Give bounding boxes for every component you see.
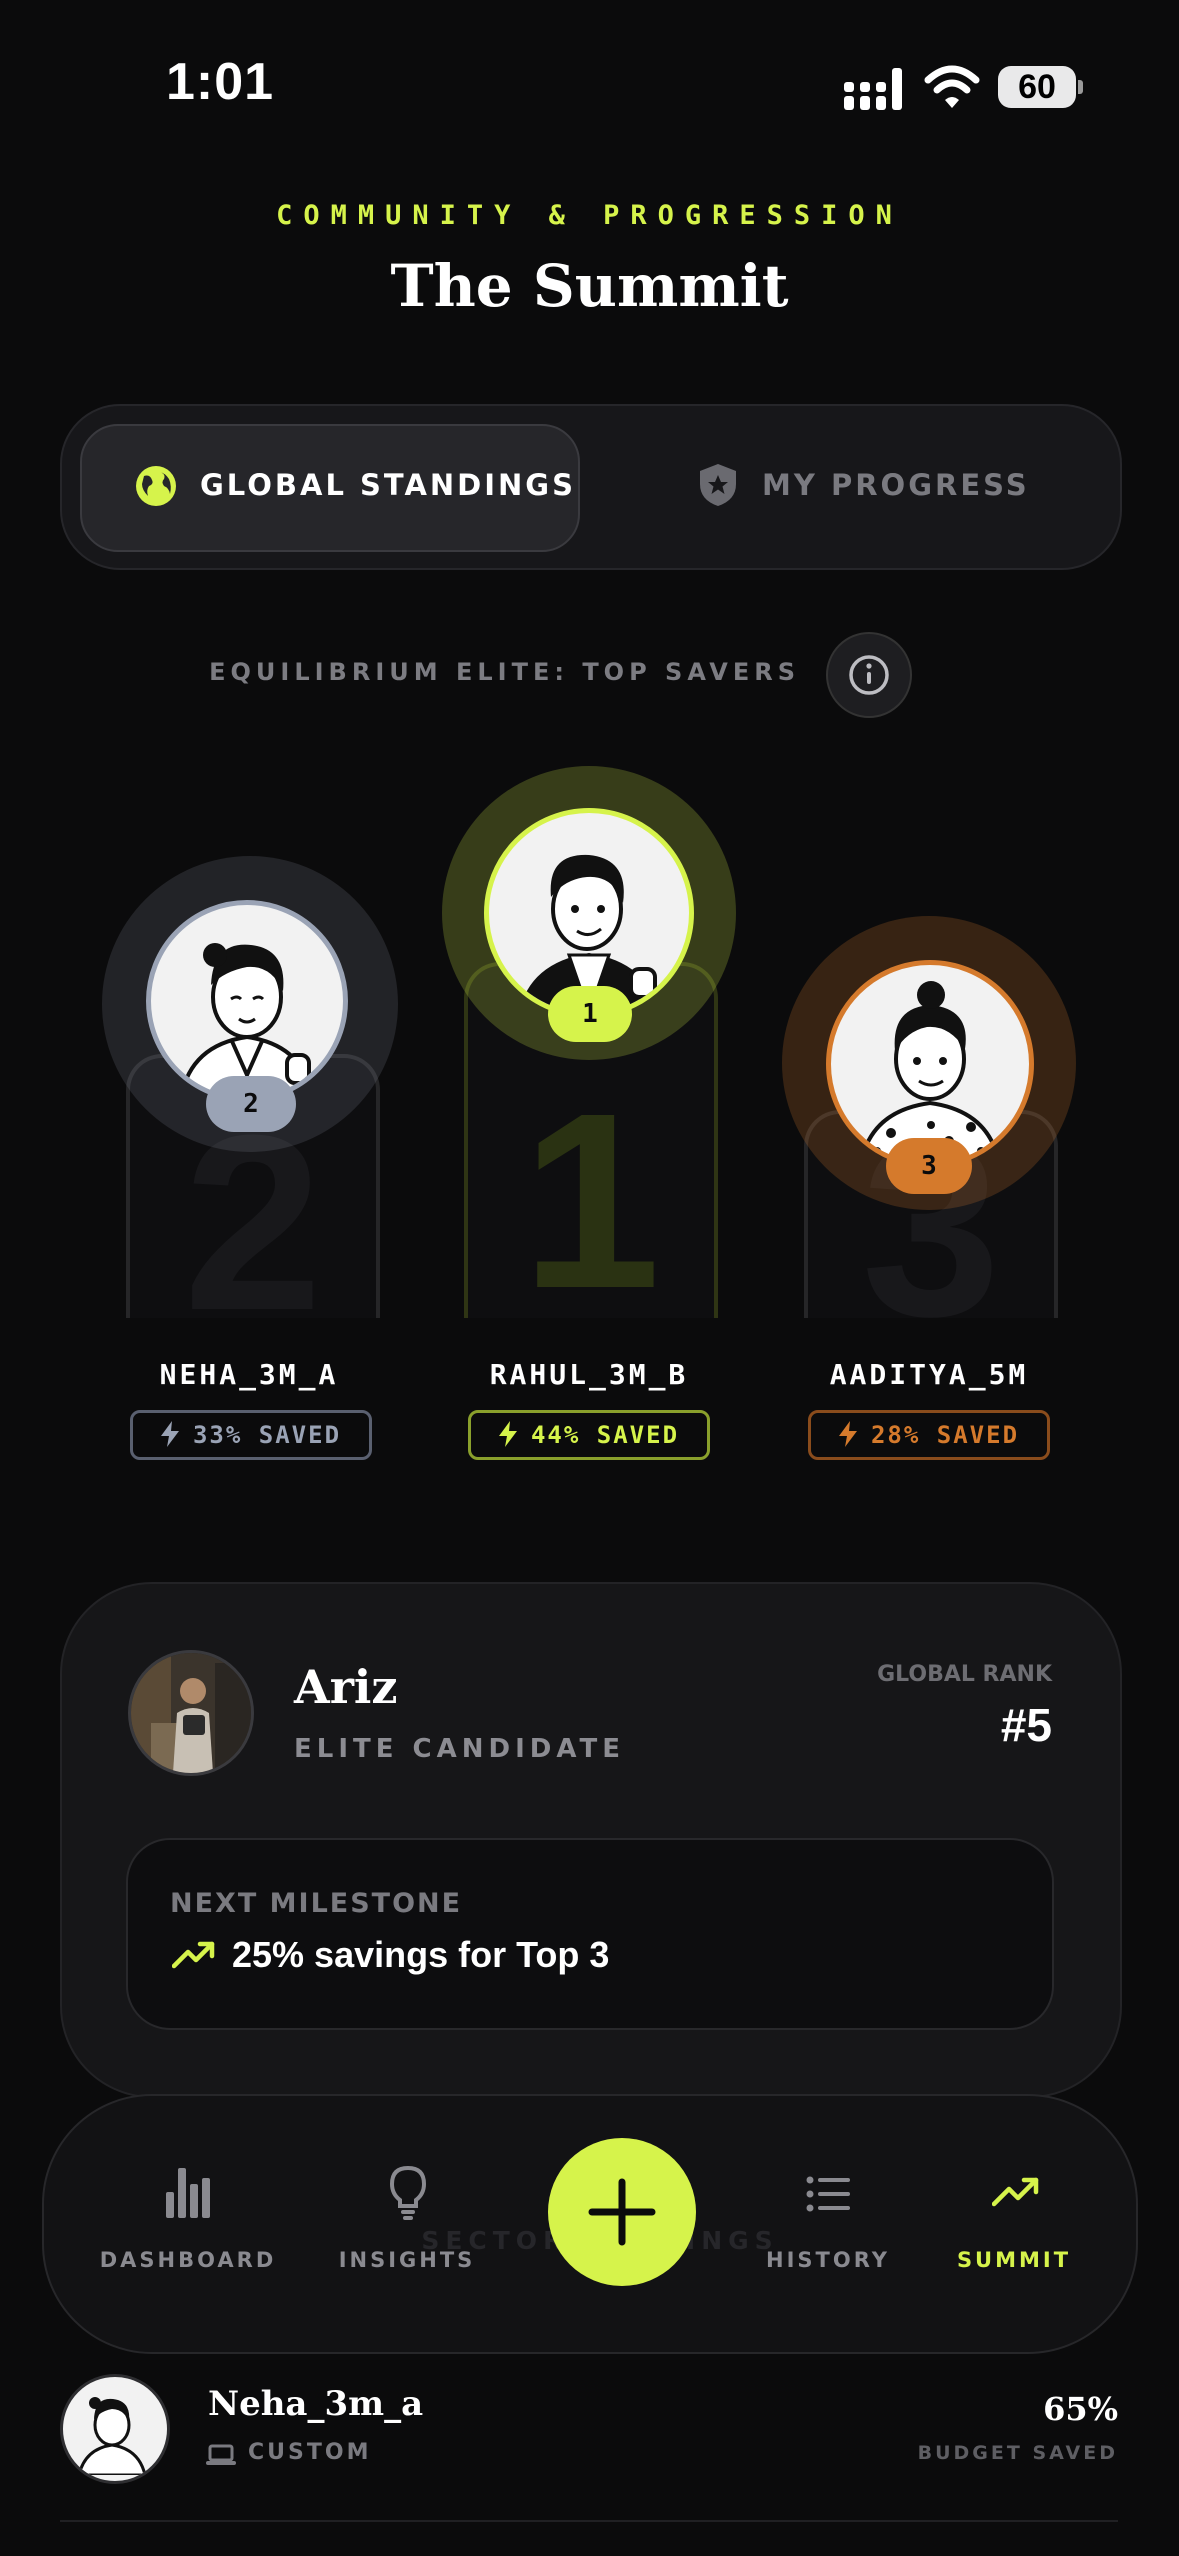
info-button[interactable] bbox=[826, 632, 912, 718]
saved-badge-3: 28% SAVED bbox=[808, 1410, 1050, 1460]
global-rank-value: #5 bbox=[1000, 1699, 1052, 1751]
avatar-rank-2[interactable] bbox=[146, 900, 348, 1102]
avatar-illustration bbox=[77, 2397, 147, 2477]
page-eyebrow: COMMUNITY & PROGRESSION bbox=[276, 200, 903, 231]
page-title: The Summit bbox=[390, 252, 789, 320]
list-divider bbox=[60, 2520, 1118, 2522]
saved-badge-1-text: 44% SAVED bbox=[530, 1421, 680, 1449]
battery-nub bbox=[1078, 80, 1083, 94]
pillar-number-1: 1 bbox=[521, 1061, 661, 1319]
status-time: 1:01 bbox=[166, 53, 275, 111]
info-icon bbox=[849, 655, 889, 695]
bar-chart-icon bbox=[166, 2168, 210, 2218]
tab-my-progress[interactable]: MY PROGRESS bbox=[762, 468, 1030, 502]
saved-badge-2-text: 33% SAVED bbox=[192, 1421, 342, 1449]
laptop-icon bbox=[206, 2444, 236, 2465]
bolt-icon bbox=[160, 1421, 179, 1447]
trending-up-icon bbox=[172, 1941, 215, 1969]
rank-badge-1: 1 bbox=[548, 986, 632, 1042]
list-item-subtitle: CUSTOM bbox=[248, 2440, 372, 2465]
globe-icon bbox=[136, 466, 176, 506]
podium-name-2[interactable]: NEHA_3M_A bbox=[100, 1358, 398, 1391]
rank-badge-2: 2 bbox=[206, 1076, 296, 1132]
list-item-name[interactable]: Neha_3m_a bbox=[208, 2384, 423, 2424]
list-item-percent-label: BUDGET SAVED bbox=[917, 2442, 1118, 2464]
leaderboard-subtitle: EQUILIBRIUM ELITE: TOP SAVERS bbox=[209, 658, 800, 686]
avatar-illustration bbox=[519, 854, 659, 1013]
avatar-photo-image bbox=[131, 1653, 251, 1773]
nav-insights-label: INSIGHTS bbox=[338, 2248, 476, 2272]
nav-summit-label: SUMMIT bbox=[956, 2248, 1072, 2272]
nav-history-label: HISTORY bbox=[766, 2248, 890, 2272]
podium-name-3[interactable]: AADITYA_5M bbox=[780, 1358, 1078, 1391]
trending-up-icon bbox=[992, 2177, 1039, 2207]
saved-badge-1: 44% SAVED bbox=[468, 1410, 710, 1460]
signal-icon bbox=[844, 68, 902, 110]
nav-dashboard-label: DASHBOARD bbox=[99, 2248, 277, 2272]
avatar-illustration bbox=[858, 981, 1002, 1163]
user-avatar[interactable] bbox=[128, 1650, 254, 1776]
wifi-icon bbox=[924, 65, 980, 108]
list-icon bbox=[806, 2176, 850, 2212]
saved-badge-3-text: 28% SAVED bbox=[870, 1421, 1020, 1449]
bolt-icon bbox=[838, 1421, 857, 1447]
shield-star-icon bbox=[700, 464, 736, 506]
podium-name-1[interactable]: RAHUL_3M_B bbox=[440, 1358, 738, 1391]
bolt-icon bbox=[498, 1421, 517, 1447]
nav-dashboard[interactable]: DASHBOARD bbox=[96, 2164, 280, 2284]
nav-history[interactable]: HISTORY bbox=[764, 2164, 892, 2284]
user-tier: ELITE CANDIDATE bbox=[294, 1734, 625, 1764]
nav-summit[interactable]: SUMMIT bbox=[948, 2164, 1080, 2284]
add-transaction-button[interactable] bbox=[548, 2138, 696, 2286]
global-rank-label: GLOBAL RANK bbox=[877, 1662, 1052, 1687]
plus-icon bbox=[588, 2178, 656, 2246]
avatar-illustration bbox=[178, 943, 316, 1097]
milestone-label: NEXT MILESTONE bbox=[170, 1888, 463, 1919]
list-item-percent: 65% bbox=[1043, 2390, 1118, 2428]
milestone-text: 25% savings for Top 3 bbox=[232, 1934, 610, 1975]
battery-indicator: 60 bbox=[998, 66, 1076, 108]
nav-insights[interactable]: INSIGHTS bbox=[332, 2164, 482, 2284]
tab-global-standings-label: GLOBAL STANDINGS bbox=[200, 468, 576, 502]
lightbulb-icon bbox=[389, 2165, 427, 2220]
saved-badge-2: 33% SAVED bbox=[130, 1410, 372, 1460]
user-name: Ariz bbox=[294, 1660, 398, 1714]
avatar-rank-3[interactable] bbox=[826, 960, 1034, 1168]
rank-badge-3: 3 bbox=[886, 1138, 972, 1194]
list-item-avatar[interactable] bbox=[60, 2374, 170, 2484]
